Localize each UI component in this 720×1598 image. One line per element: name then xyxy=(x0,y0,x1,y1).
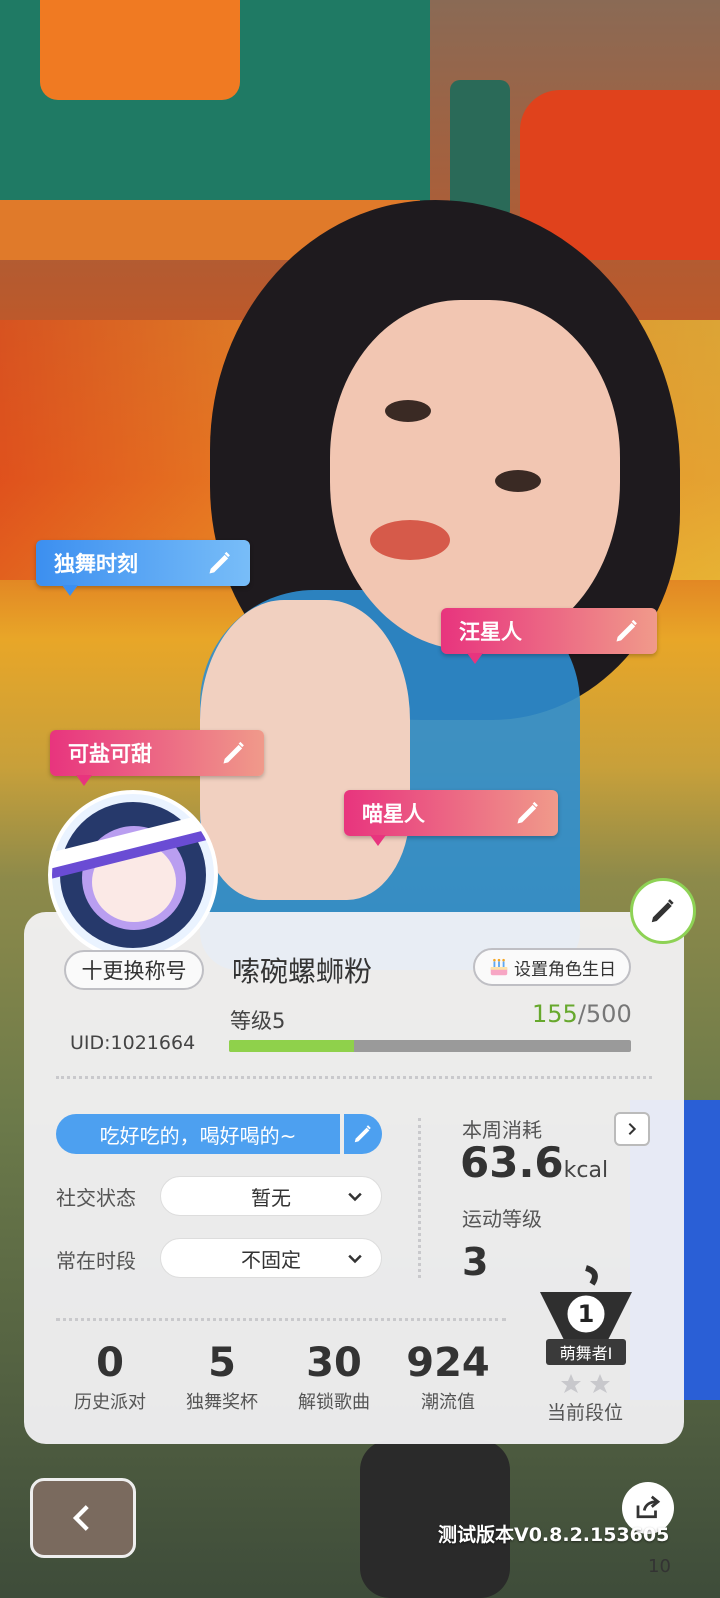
character-eye xyxy=(495,470,541,492)
chevron-left-icon xyxy=(72,1505,89,1531)
birthday-label: 设置角色生日 xyxy=(514,959,616,980)
active-time-select[interactable]: 不固定 xyxy=(160,1238,382,1278)
stat-value: 5 xyxy=(208,1340,236,1386)
chevron-down-icon xyxy=(348,1254,362,1264)
cake-icon xyxy=(490,958,508,976)
change-title-button[interactable]: 十更换称号 xyxy=(64,950,204,990)
sport-level-label: 运动等级 xyxy=(462,1207,542,1231)
weekly-detail-button[interactable] xyxy=(614,1112,650,1146)
version-text: 测试版本V0.8.2.153605 xyxy=(438,1524,670,1546)
active-time-value: 不固定 xyxy=(241,1247,301,1272)
sport-level-value: 3 xyxy=(462,1240,489,1284)
signature-text[interactable]: 吃好吃的，喝好喝的~ xyxy=(56,1114,340,1154)
divider xyxy=(56,1318,506,1321)
weekly-calorie-unit: kcal xyxy=(563,1158,609,1183)
stat-item: 0 历史派对 xyxy=(60,1340,160,1414)
pillow xyxy=(40,0,240,100)
level-text: 等级5 xyxy=(230,1009,286,1033)
share-icon xyxy=(636,1495,661,1519)
star-icon xyxy=(561,1374,581,1393)
character-eye xyxy=(385,400,431,422)
avatar[interactable] xyxy=(48,790,226,960)
stat-label: 解锁歌曲 xyxy=(298,1392,370,1413)
character-lips xyxy=(370,520,450,560)
pencil-icon[interactable] xyxy=(514,799,542,827)
pencil-icon[interactable] xyxy=(613,617,641,645)
stat-label: 历史派对 xyxy=(74,1392,146,1413)
exp-text: 155/500 xyxy=(532,1000,632,1028)
tag-bubble[interactable]: 可盐可甜 xyxy=(50,730,264,786)
tag-bubble[interactable]: 喵星人 xyxy=(344,790,558,846)
pencil-icon[interactable] xyxy=(206,549,234,577)
divider xyxy=(418,1118,421,1278)
social-status-select[interactable]: 暂无 xyxy=(160,1176,382,1216)
rank-label: 当前段位 xyxy=(546,1402,623,1424)
stat-label: 潮流值 xyxy=(421,1392,475,1413)
stat-item: 5 独舞奖杯 xyxy=(172,1340,272,1414)
chevron-down-icon xyxy=(348,1192,362,1202)
stat-label: 独舞奖杯 xyxy=(186,1392,258,1413)
social-status-label: 社交状态 xyxy=(56,1186,136,1210)
exp-progress-fill xyxy=(229,1040,354,1052)
character-leg xyxy=(360,1440,510,1598)
pencil-icon xyxy=(354,1125,371,1143)
stat-value: 30 xyxy=(306,1340,362,1386)
exp-progress-bar xyxy=(229,1040,631,1052)
tag-bubble[interactable]: 汪星人 xyxy=(441,608,657,664)
set-birthday-button[interactable]: 设置角色生日 xyxy=(473,948,631,986)
active-time-label: 常在时段 xyxy=(56,1249,136,1273)
change-title-label: 十更换称号 xyxy=(81,959,187,983)
vase xyxy=(450,80,510,220)
stat-value: 924 xyxy=(406,1340,490,1386)
weekly-calorie-value: 63.6 xyxy=(460,1138,564,1187)
edit-profile-button[interactable] xyxy=(630,878,696,944)
rank-number: 1 xyxy=(578,1300,595,1328)
divider xyxy=(56,1076,652,1079)
tag-label: 喵星人 xyxy=(362,802,425,826)
stat-item: 924 潮流值 xyxy=(398,1340,498,1414)
back-button[interactable] xyxy=(30,1478,136,1558)
tag-bubble[interactable]: 独舞时刻 xyxy=(36,540,250,596)
stat-value: 0 xyxy=(96,1340,124,1386)
exp-total: /500 xyxy=(577,1000,632,1028)
pencil-icon[interactable] xyxy=(220,739,248,767)
pencil-icon xyxy=(651,899,674,923)
rank-title: 萌舞者I xyxy=(546,1339,626,1365)
tag-label: 汪星人 xyxy=(459,620,522,644)
tag-label: 可盐可甜 xyxy=(68,742,152,766)
stat-item: 30 解锁歌曲 xyxy=(284,1340,384,1414)
star-icon xyxy=(590,1374,610,1393)
uid-text: UID:1021664 xyxy=(70,1032,196,1054)
social-status-value: 暂无 xyxy=(251,1185,291,1210)
weekly-calorie-value-wrap: 63.6kcal xyxy=(460,1138,608,1187)
nickname: 嗦碗螺蛳粉 xyxy=(232,955,373,988)
corner-number: 10 xyxy=(648,1556,671,1577)
chevron-right-icon xyxy=(628,1122,637,1136)
character-face xyxy=(330,300,620,650)
tag-label: 独舞时刻 xyxy=(54,552,138,576)
exp-current: 155 xyxy=(532,1000,578,1028)
